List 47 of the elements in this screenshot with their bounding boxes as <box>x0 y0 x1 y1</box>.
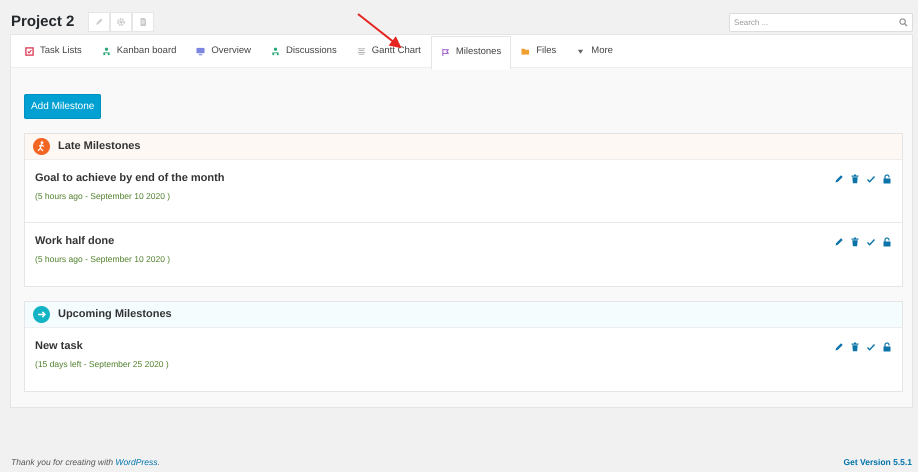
padlock-icon[interactable] <box>882 342 892 352</box>
tab[interactable]: Discussions <box>261 35 347 68</box>
milestone-title: Work half done <box>35 234 116 249</box>
milestone-date: (5 hours ago - September 10 2020 ) <box>35 190 172 202</box>
arrow-right-icon <box>33 306 50 323</box>
edit-icon[interactable] <box>834 342 844 352</box>
lines-icon <box>356 47 366 56</box>
tab[interactable]: Task Lists <box>15 35 92 68</box>
people-icon <box>271 47 280 56</box>
check-icon[interactable] <box>866 237 876 247</box>
version-link[interactable]: Get Version 5.5.1 <box>843 456 912 469</box>
pencil-icon <box>94 17 104 27</box>
milestone-date: (5 hours ago - September 10 2020 ) <box>35 252 170 266</box>
document-icon <box>138 17 148 27</box>
monitor-icon <box>196 47 206 56</box>
tab[interactable]: Files <box>511 35 566 68</box>
caret-icon <box>576 47 586 56</box>
edit-icon[interactable] <box>834 237 844 247</box>
footer-text: Thank you for creating with WordPress. <box>11 456 160 469</box>
gear-icon <box>116 17 126 27</box>
edit-icon[interactable] <box>834 174 844 184</box>
checklist-icon <box>25 47 34 56</box>
trash-icon[interactable] <box>850 237 860 247</box>
project-title: Project 2 <box>11 12 74 32</box>
check-icon[interactable] <box>866 342 876 352</box>
tab[interactable]: Milestones <box>430 36 512 70</box>
padlock-icon[interactable] <box>882 237 892 247</box>
milestone-title: New task <box>35 339 84 354</box>
tab[interactable]: More <box>566 35 623 68</box>
wordpress-link[interactable]: WordPress <box>115 457 158 467</box>
milestone-date: (15 days left - September 25 2020 ) <box>35 358 169 370</box>
search-icon <box>899 18 908 26</box>
people-icon <box>102 47 111 56</box>
tab[interactable]: Overview <box>186 35 262 68</box>
folder-icon <box>521 47 530 56</box>
trash-icon[interactable] <box>850 342 860 352</box>
padlock-icon[interactable] <box>882 174 892 184</box>
tab[interactable]: Kanban board <box>92 35 186 68</box>
trash-icon[interactable] <box>850 174 860 184</box>
section-title: Late Milestones <box>58 139 141 154</box>
section-title: Upcoming Milestones <box>58 307 172 322</box>
runner-icon <box>33 138 50 155</box>
search-field[interactable]: Search ... <box>729 12 913 32</box>
flag-icon <box>440 48 450 56</box>
tab[interactable]: Gantt Chart <box>346 35 431 68</box>
milestone-title: Goal to achieve by end of the month <box>35 171 224 186</box>
check-icon[interactable] <box>866 174 876 184</box>
